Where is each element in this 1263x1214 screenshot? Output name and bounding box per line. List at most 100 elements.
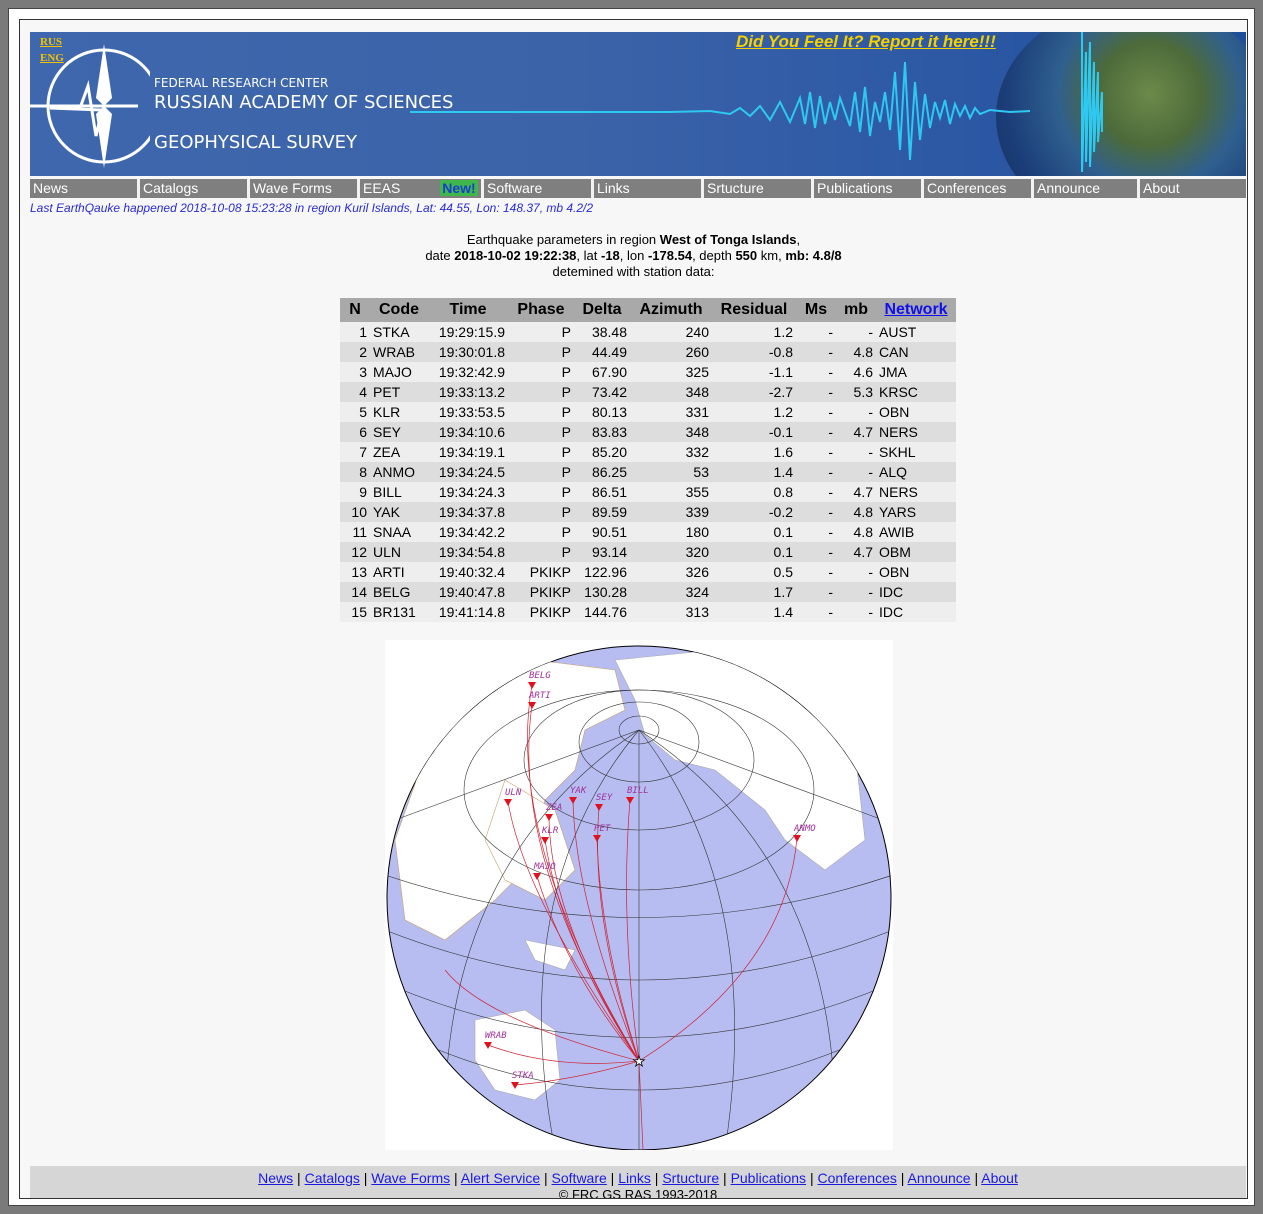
table-row: 2 WRAB 19:30:01.8 P 44.49 260 -0.8-4.8 CAN: [340, 342, 956, 362]
table-cell: 1: [340, 322, 370, 342]
table-cell: SKHL: [876, 442, 956, 462]
table-cell: PKIKP: [508, 602, 574, 622]
table-cell: -: [796, 342, 836, 362]
table-cell: 19:29:15.9: [428, 322, 508, 342]
compass-logo-icon: [30, 44, 150, 168]
table-cell: 93.14: [574, 542, 630, 562]
table-row: 15 BR131 19:41:14.8 PKIKP 144.76 313 1.4- - IDC: [340, 602, 956, 622]
col-delta: Delta: [574, 298, 630, 322]
station-label: ULN: [505, 788, 522, 798]
feel-it-link[interactable]: Did You Feel It? Report it here!!!: [736, 32, 996, 52]
footer-link[interactable]: Alert Service: [461, 1170, 540, 1186]
table-cell: P: [508, 322, 574, 342]
table-cell: -: [796, 602, 836, 622]
nav-software[interactable]: Software: [484, 179, 594, 198]
table-cell: PKIKP: [508, 562, 574, 582]
table-cell: 1.4: [712, 602, 796, 622]
table-cell: 7: [340, 442, 370, 462]
table-row: 10 YAK 19:34:37.8 P 89.59 339 -0.2-4.8 YARS: [340, 502, 956, 522]
station-table: N Code Time Phase Delta Azimuth Residual…: [340, 298, 956, 622]
table-cell: ALQ: [876, 462, 956, 482]
col-network-link[interactable]: Network: [876, 298, 956, 322]
table-cell: 4.7: [836, 542, 876, 562]
station-label: BELG: [529, 671, 551, 681]
table-cell: 19:34:54.8: [428, 542, 508, 562]
col-time: Time: [428, 298, 508, 322]
ray-path-map: BELG ARTI ULN YAK ZEA SEY BILL KLR PET ANMO MAJO WR…: [385, 640, 893, 1151]
table-cell: 19:34:24.3: [428, 482, 508, 502]
footer-link[interactable]: Software: [552, 1170, 607, 1186]
banner-line1: FEDERAL RESEARCH CENTER: [154, 76, 329, 90]
footer-link[interactable]: Srtucture: [662, 1170, 719, 1186]
table-cell: 1.7: [712, 582, 796, 602]
table-cell: 240: [630, 322, 712, 342]
nav-wave-forms[interactable]: Wave Forms: [250, 179, 360, 198]
table-cell: 19:34:42.2: [428, 522, 508, 542]
table-cell: P: [508, 362, 574, 382]
nav-links[interactable]: Links: [594, 179, 704, 198]
table-cell: P: [508, 502, 574, 522]
table-cell: P: [508, 462, 574, 482]
table-cell: BR131: [370, 602, 428, 622]
table-cell: 19:41:14.8: [428, 602, 508, 622]
nav-news[interactable]: News: [30, 179, 140, 198]
footer-separator: |: [650, 1170, 663, 1186]
lat-label: , lat: [576, 248, 601, 263]
footer-link[interactable]: Conferences: [817, 1170, 896, 1186]
table-cell: ZEA: [370, 442, 428, 462]
table-cell: 122.96: [574, 562, 630, 582]
col-azimuth: Azimuth: [630, 298, 712, 322]
footer-link[interactable]: Wave Forms: [371, 1170, 450, 1186]
footer: News | Catalogs | Wave Forms | Alert Ser…: [30, 1166, 1246, 1198]
footer-link[interactable]: Publications: [731, 1170, 807, 1186]
page-outer: RUS ENG FEDERAL RESEARCH CENTER RUSSIAN …: [8, 8, 1255, 1206]
banner-line3: GEOPHYSICAL SURVEY: [154, 132, 358, 153]
table-cell: YAK: [370, 502, 428, 522]
table-cell: 313: [630, 602, 712, 622]
table-cell: -0.1: [712, 422, 796, 442]
table-cell: -: [796, 402, 836, 422]
table-cell: PET: [370, 382, 428, 402]
table-cell: SEY: [370, 422, 428, 442]
lon-label: , lon: [619, 248, 648, 263]
footer-link[interactable]: About: [981, 1170, 1018, 1186]
table-cell: BILL: [370, 482, 428, 502]
table-cell: OBN: [876, 562, 956, 582]
table-cell: 85.20: [574, 442, 630, 462]
table-cell: -: [836, 442, 876, 462]
nav-announce[interactable]: Announce: [1034, 179, 1140, 198]
footer-separator: |: [970, 1170, 982, 1186]
table-cell: -: [796, 362, 836, 382]
table-cell: -: [796, 542, 836, 562]
table-cell: -: [836, 402, 876, 422]
table-cell: ARTI: [370, 562, 428, 582]
station-label: MAJO: [533, 862, 556, 872]
nav-about[interactable]: About: [1140, 179, 1246, 198]
footer-link[interactable]: Catalogs: [305, 1170, 360, 1186]
footer-link[interactable]: Links: [618, 1170, 651, 1186]
table-cell: 19:34:37.8: [428, 502, 508, 522]
table-cell: 90.51: [574, 522, 630, 542]
table-row: 13 ARTI 19:40:32.4 PKIKP 122.96 326 0.5- - OBN: [340, 562, 956, 582]
footer-link[interactable]: News: [258, 1170, 293, 1186]
main-nav: News Catalogs Wave Forms EEAS New! Softw…: [30, 179, 1246, 198]
nav-publications[interactable]: Publications: [814, 179, 924, 198]
col-ms: Ms: [796, 298, 836, 322]
station-label: STKA: [512, 1071, 534, 1081]
nav-conferences[interactable]: Conferences: [924, 179, 1034, 198]
table-row: 3 MAJO 19:32:42.9 P 67.90 325 -1.1-4.6 JMA: [340, 362, 956, 382]
table-cell: KLR: [370, 402, 428, 422]
station-label: BILL: [627, 786, 649, 796]
date-label: date: [425, 248, 455, 263]
nav-catalogs[interactable]: Catalogs: [140, 179, 250, 198]
footer-link[interactable]: Announce: [908, 1170, 971, 1186]
globe-map-svg: BELG ARTI ULN YAK ZEA SEY BILL KLR PET ANMO MAJO WR…: [386, 645, 892, 1151]
params-region: West of Tonga Islands: [659, 232, 797, 247]
nav-structure[interactable]: Srtucture: [704, 179, 814, 198]
table-cell: 38.48: [574, 322, 630, 342]
table-cell: 0.1: [712, 522, 796, 542]
table-cell: 11: [340, 522, 370, 542]
table-cell: 4.8: [836, 342, 876, 362]
nav-eeas[interactable]: EEAS New!: [360, 179, 484, 198]
table-cell: P: [508, 382, 574, 402]
